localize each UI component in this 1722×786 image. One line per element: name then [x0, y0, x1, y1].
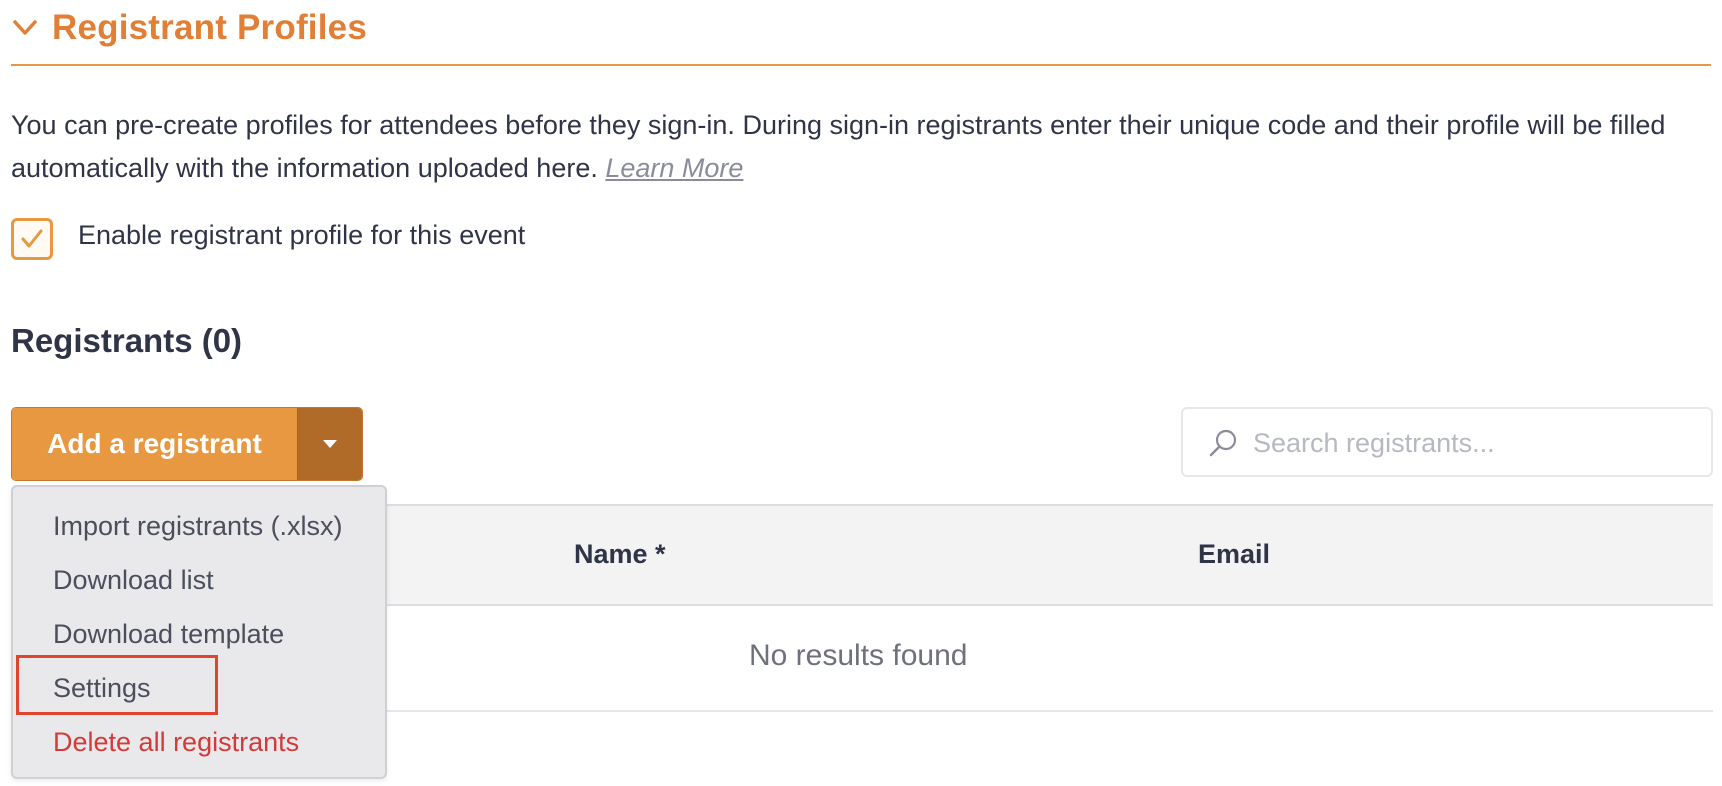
menu-item-settings[interactable]: Settings	[53, 673, 151, 704]
section-header[interactable]: Registrant Profiles	[11, 0, 1711, 66]
menu-item-import-registrants[interactable]: Import registrants (.xlsx)	[53, 511, 343, 542]
chevron-down-icon[interactable]	[11, 14, 39, 42]
add-registrant-split-button: Add a registrant	[11, 407, 363, 481]
empty-state-message: No results found	[749, 639, 968, 672]
add-registrant-button[interactable]: Add a registrant	[12, 408, 298, 480]
search-input[interactable]	[1251, 417, 1695, 469]
section-title: Registrant Profiles	[52, 8, 367, 47]
registrant-profiles-page: Registrant Profiles You can pre-create p…	[0, 0, 1722, 786]
column-header-email[interactable]: Email	[1198, 539, 1270, 570]
registrants-heading: Registrants (0)	[11, 322, 243, 359]
enable-registrant-profile-checkbox[interactable]	[11, 218, 53, 260]
menu-item-delete-all-registrants[interactable]: Delete all registrants	[53, 727, 299, 758]
caret-down-icon	[323, 440, 337, 448]
search-icon	[1209, 429, 1237, 457]
description: You can pre-create profiles for attendee…	[11, 104, 1701, 190]
checkmark-icon	[21, 229, 43, 248]
menu-item-download-template[interactable]: Download template	[53, 619, 284, 650]
description-text: You can pre-create profiles for attendee…	[11, 110, 1666, 183]
learn-more-link[interactable]: Learn More	[605, 153, 743, 183]
add-registrant-dropdown-menu: Import registrants (.xlsx) Download list…	[11, 485, 387, 779]
menu-item-download-list[interactable]: Download list	[53, 565, 214, 596]
enable-registrant-profile-label[interactable]: Enable registrant profile for this event	[78, 220, 525, 251]
add-registrant-dropdown-toggle[interactable]	[298, 408, 362, 480]
column-header-name[interactable]: Name *	[574, 539, 666, 570]
search-registrants-box[interactable]	[1181, 407, 1713, 477]
